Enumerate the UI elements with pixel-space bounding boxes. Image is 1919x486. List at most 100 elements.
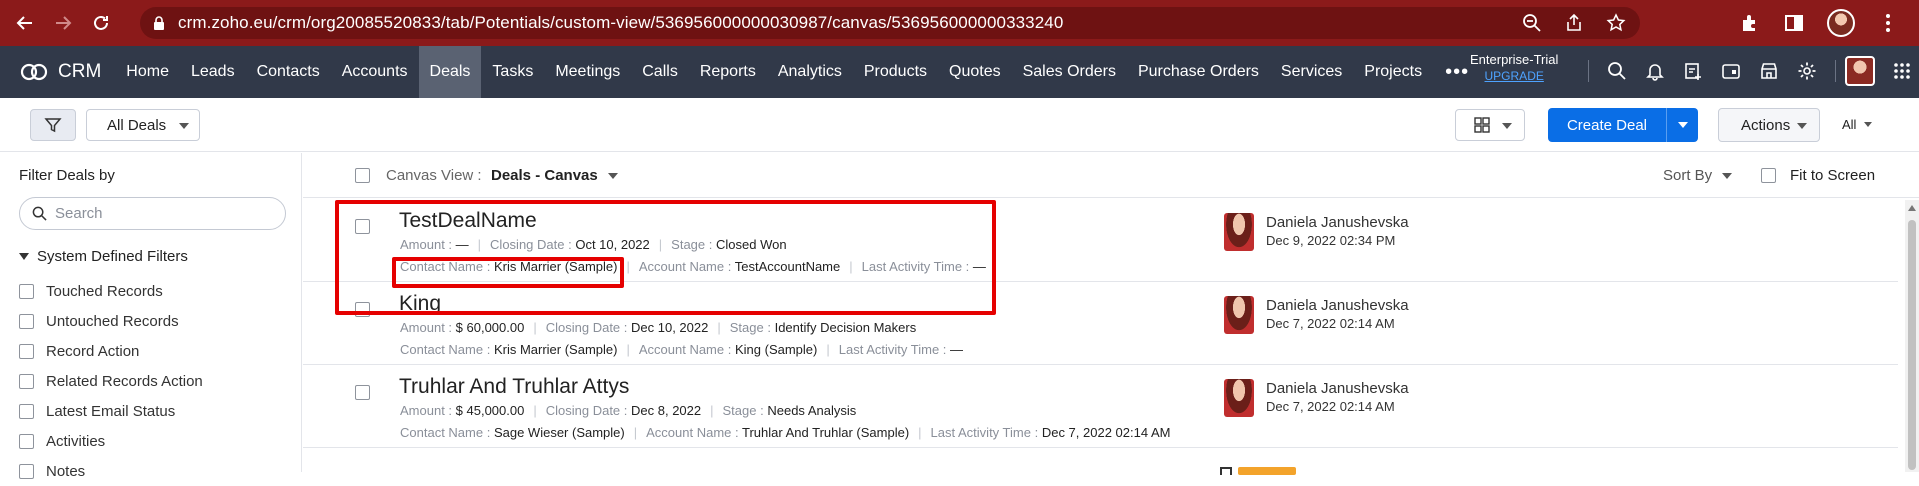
filter-label: Record Action <box>46 342 140 360</box>
address-bar[interactable]: crm.zoho.eu/crm/org20085520833/tab/Poten… <box>140 7 1640 39</box>
scroll-up-icon[interactable] <box>1908 205 1916 211</box>
contact-name-link[interactable]: Kris Marrier (Sample) <box>494 342 618 357</box>
create-deal-dropdown[interactable] <box>1666 108 1698 142</box>
settings-gear-icon[interactable] <box>1797 61 1817 81</box>
extensions-icon[interactable] <box>1739 12 1761 34</box>
select-all-checkbox[interactable] <box>355 168 370 183</box>
deal-card[interactable]: Truhlar And Truhlar Attys Amount : $ 45,0… <box>303 365 1898 448</box>
filter-label: Touched Records <box>46 282 163 300</box>
tab-meetings[interactable]: Meetings <box>544 46 631 98</box>
account-name-link[interactable]: Truhlar And Truhlar (Sample) <box>742 425 909 440</box>
actions-button[interactable]: Actions <box>1718 108 1820 142</box>
bookmark-star-icon[interactable] <box>1606 13 1626 33</box>
filter-checkbox[interactable] <box>19 403 34 419</box>
chevron-down-icon <box>607 173 618 180</box>
all-records-select[interactable]: All <box>1842 117 1873 132</box>
filter-checkbox[interactable] <box>19 343 34 359</box>
custom-view-select[interactable]: All Deals <box>86 109 200 141</box>
contact-name-link[interactable]: Kris Marrier (Sample) <box>494 259 618 274</box>
tab-sales-orders[interactable]: Sales Orders <box>1012 46 1127 98</box>
field-divider: | <box>710 403 714 418</box>
view-layout-switcher[interactable] <box>1455 109 1525 141</box>
fit-to-screen-toggle[interactable]: Fit to Screen <box>1761 167 1875 184</box>
apps-grid-icon[interactable] <box>1893 62 1911 80</box>
owner-name: Daniela Janushevska <box>1266 380 1409 397</box>
deal-select-checkbox[interactable] <box>355 302 370 317</box>
deal-select-checkbox[interactable] <box>355 219 370 234</box>
upgrade-link[interactable]: UPGRADE <box>1470 68 1558 84</box>
account-name-link[interactable]: King (Sample) <box>735 342 817 357</box>
filter-checkbox[interactable] <box>19 283 34 299</box>
tab-contacts[interactable]: Contacts <box>246 46 331 98</box>
tab-products[interactable]: Products <box>853 46 938 98</box>
back-icon[interactable] <box>12 10 38 36</box>
deal-select-checkbox[interactable] <box>355 385 370 400</box>
filter-item[interactable]: Untouched Records <box>19 306 203 336</box>
tab-purchase-orders[interactable]: Purchase Orders <box>1127 46 1270 98</box>
scrollbar-thumb[interactable] <box>1908 220 1916 470</box>
modified-time: Dec 7, 2022 02:14 AM <box>1266 399 1395 414</box>
vertical-scrollbar[interactable] <box>1905 200 1919 472</box>
browser-profile-avatar[interactable] <box>1827 9 1855 37</box>
filter-item[interactable]: Notes <box>19 456 203 486</box>
tab-home[interactable]: Home <box>115 46 180 98</box>
marketplace-icon[interactable] <box>1759 61 1779 81</box>
canvas-view-label: Canvas View : <box>386 167 482 184</box>
field-divider: | <box>533 320 537 335</box>
filter-label: Activities <box>46 432 106 450</box>
filter-checkbox[interactable] <box>19 433 34 449</box>
filter-checkbox[interactable] <box>19 313 34 329</box>
deal-card[interactable]: King Amount : $ 60,000.00 | Closing Date : … <box>303 282 1898 365</box>
fit-to-screen-checkbox[interactable] <box>1761 168 1776 183</box>
deal-name-link[interactable]: TestDealName <box>399 209 537 233</box>
filter-search-input[interactable]: Search <box>19 197 286 230</box>
filter-item[interactable]: Latest Email Status <box>19 396 203 426</box>
account-name-link[interactable]: TestAccountName <box>735 259 841 274</box>
deal-meta-row-2: Contact Name : Kris Marrier (Sample) | Acc… <box>400 342 963 357</box>
canvas-view-select[interactable]: Deals - Canvas <box>491 167 618 184</box>
filter-item[interactable]: Activities <box>19 426 203 456</box>
tab-deals[interactable]: Deals <box>418 46 482 98</box>
chevron-down-icon <box>1502 123 1512 129</box>
browser-menu-icon[interactable] <box>1877 12 1899 34</box>
tab-accounts[interactable]: Accounts <box>331 46 419 98</box>
filter-item[interactable]: Related Records Action <box>19 366 203 396</box>
deal-meta-row-1: Amount : $ 60,000.00 | Closing Date : Dec … <box>400 320 916 335</box>
share-icon[interactable] <box>1564 13 1584 33</box>
tab-projects[interactable]: Projects <box>1353 46 1433 98</box>
system-filters-toggle[interactable]: System Defined Filters <box>19 248 188 265</box>
tab-calls[interactable]: Calls <box>631 46 689 98</box>
deal-name-link[interactable]: Truhlar And Truhlar Attys <box>399 375 629 399</box>
side-panel-icon[interactable] <box>1783 12 1805 34</box>
tab-reports[interactable]: Reports <box>689 46 767 98</box>
deal-name-link[interactable]: King <box>399 292 441 316</box>
tab-quotes[interactable]: Quotes <box>938 46 1012 98</box>
tab-analytics[interactable]: Analytics <box>767 46 853 98</box>
search-icon[interactable] <box>1607 61 1627 81</box>
deal-card[interactable]: TestDealName Amount : — | Closing Date : Oc… <box>303 199 1898 282</box>
user-avatar[interactable] <box>1845 56 1875 86</box>
forward-icon[interactable] <box>50 10 76 36</box>
tab-leads[interactable]: Leads <box>180 46 246 98</box>
tab-services[interactable]: Services <box>1270 46 1353 98</box>
brand-name: CRM <box>58 61 102 82</box>
filter-checkbox[interactable] <box>19 463 34 479</box>
reload-icon[interactable] <box>88 10 114 36</box>
create-deal-button[interactable]: Create Deal <box>1548 108 1698 142</box>
filter-item[interactable]: Record Action <box>19 336 203 366</box>
crm-logo[interactable]: CRM <box>18 61 101 83</box>
chevron-down-icon <box>1677 122 1688 128</box>
tab-tasks[interactable]: Tasks <box>481 46 544 98</box>
contact-label: Contact Name : <box>400 259 491 274</box>
filter-toggle-button[interactable] <box>30 109 76 141</box>
contact-name-link[interactable]: Sage Wieser (Sample) <box>494 425 625 440</box>
chevron-down-icon <box>1722 172 1733 179</box>
filter-checkbox[interactable] <box>19 373 34 389</box>
contact-label: Contact Name : <box>400 425 491 440</box>
notifications-bell-icon[interactable] <box>1645 61 1665 81</box>
add-record-icon[interactable] <box>1683 61 1703 81</box>
sort-by-select[interactable]: Sort By <box>1663 167 1733 184</box>
zoom-icon[interactable] <box>1522 13 1542 33</box>
calendar-icon[interactable] <box>1721 61 1741 81</box>
filter-item[interactable]: Touched Records <box>19 276 203 306</box>
